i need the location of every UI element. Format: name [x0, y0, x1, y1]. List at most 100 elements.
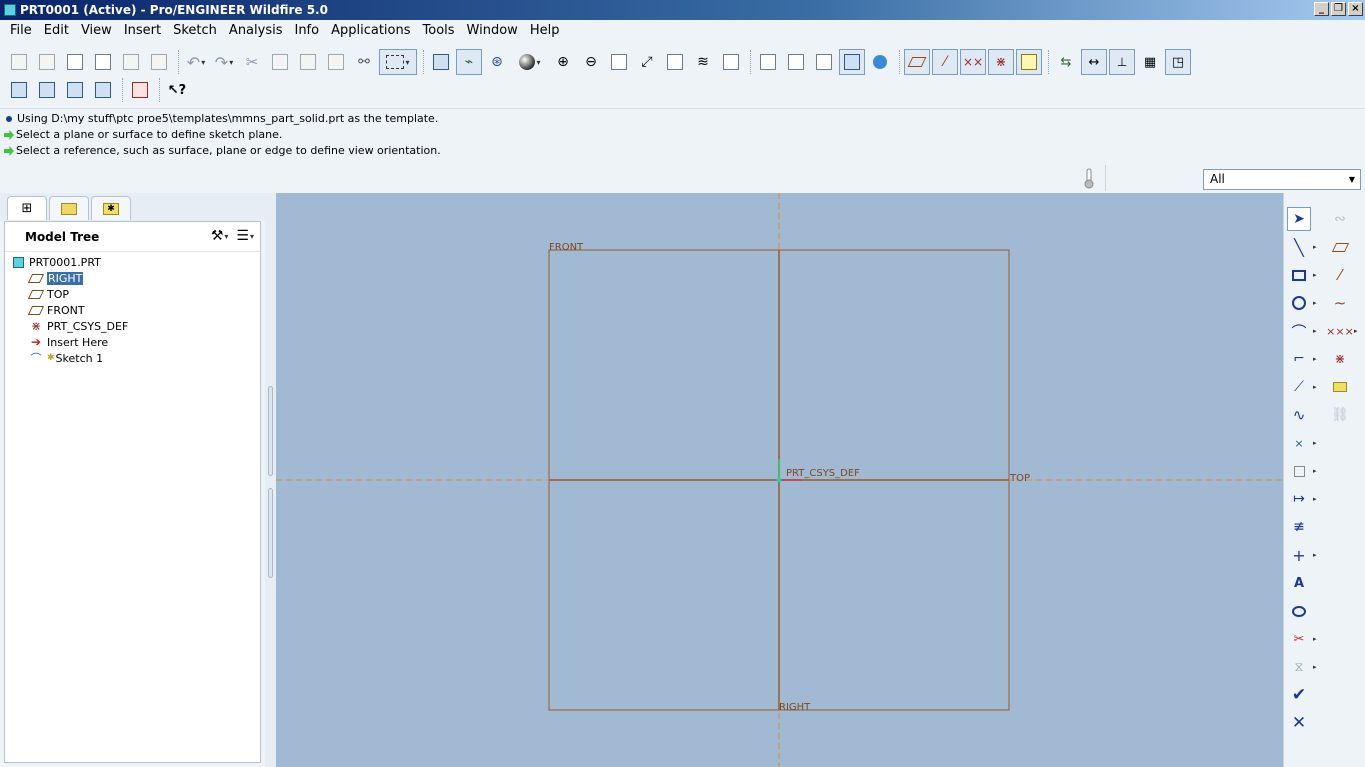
menu-edit[interactable]: Edit — [38, 20, 75, 42]
vertices-toggle[interactable]: ◳ — [1165, 49, 1191, 75]
constraint-tool-button[interactable]: + — [1287, 543, 1311, 567]
regenerate-button[interactable]: ⚯ — [351, 49, 377, 75]
tree-tools-button[interactable]: ⚒ ▾ — [211, 228, 229, 244]
quit-sketch-button[interactable]: ✕ — [1287, 711, 1311, 735]
email-link-button[interactable] — [146, 49, 172, 75]
palette-tool-button[interactable] — [1287, 599, 1311, 623]
tree-item[interactable]: TOP — [5, 286, 260, 302]
datum-point-tool-button[interactable]: ××× — [1326, 319, 1354, 343]
wireframe-button[interactable] — [755, 49, 781, 75]
copy-button[interactable] — [267, 49, 293, 75]
tree-settings-button[interactable]: ☰ ▾ — [236, 228, 254, 244]
splitter-grip[interactable] — [268, 488, 273, 578]
sketch-canvas[interactable]: PRT_CSYS_DEF FRONT TOP RIGHT — [276, 193, 1283, 767]
layers-button[interactable]: ≋ — [690, 49, 716, 75]
tree-item[interactable]: FRONT — [5, 302, 260, 318]
print-button[interactable] — [90, 49, 116, 75]
undo-button[interactable]: ↶ ▾ — [183, 49, 209, 75]
cut-button[interactable]: ✂ — [239, 49, 265, 75]
annotations-toggle[interactable] — [1016, 49, 1042, 75]
relations-button[interactable]: ⇆ — [1053, 49, 1079, 75]
sketch-references-button[interactable]: ⌁ — [456, 49, 482, 75]
paste-special-button[interactable] — [323, 49, 349, 75]
saved-views-button[interactable] — [662, 49, 688, 75]
grid-toggle[interactable]: ▦ — [1137, 49, 1163, 75]
menu-window[interactable]: Window — [461, 20, 524, 42]
text-tool-button[interactable]: A — [1287, 571, 1311, 595]
selection-filter-dropdown[interactable]: All ▼ — [1203, 169, 1361, 190]
menu-applications[interactable]: Applications — [325, 20, 416, 42]
rectangle-tool-button[interactable] — [1287, 263, 1311, 287]
close-button[interactable]: × — [1348, 2, 1363, 16]
shading-button[interactable]: ▾ — [512, 49, 548, 75]
datum-axes-toggle[interactable]: ⁄ — [932, 49, 958, 75]
circle-tool-button[interactable] — [1287, 291, 1311, 315]
tree-root[interactable]: PRT0001.PRT — [5, 254, 260, 270]
fillet-tool-button[interactable]: ⌐ — [1287, 347, 1311, 371]
chamfer-tool-button[interactable]: ⟋ — [1287, 375, 1311, 399]
measure-button[interactable] — [127, 77, 153, 103]
menu-insert[interactable]: Insert — [118, 20, 167, 42]
offset-tool-button[interactable] — [1287, 459, 1311, 483]
point-tool-button[interactable]: × — [1287, 431, 1311, 455]
tree-item[interactable]: ⋇ PRT_CSYS_DEF — [5, 318, 260, 334]
spline-tool-button[interactable]: ∿ — [1287, 403, 1311, 427]
dimension-tool-button[interactable]: ↦ — [1287, 487, 1311, 511]
panel-splitter[interactable] — [265, 193, 276, 767]
done-sketch-button[interactable]: ✔ — [1287, 683, 1311, 707]
menu-sketch[interactable]: Sketch — [167, 20, 223, 42]
refit-button[interactable] — [606, 49, 632, 75]
sketch-view-button[interactable] — [428, 49, 454, 75]
select-intent-button[interactable] — [62, 77, 88, 103]
dimensions-toggle[interactable]: ↔ — [1081, 49, 1107, 75]
select-all-button[interactable] — [6, 77, 32, 103]
csys-toggle[interactable]: ⋇ — [988, 49, 1014, 75]
minimize-button[interactable]: _ — [1314, 2, 1329, 16]
hidden-line-button[interactable] — [783, 49, 809, 75]
datum-points-toggle[interactable]: ×× — [960, 49, 986, 75]
tab-model-tree[interactable]: ⊞ — [7, 196, 47, 220]
shaded-button[interactable] — [839, 49, 865, 75]
menu-file[interactable]: File — [4, 20, 38, 42]
zoom-out-button[interactable]: ⊖ — [578, 49, 604, 75]
line-tool-button[interactable]: ╲ — [1287, 235, 1311, 259]
tree-item[interactable]: ⌒ ✱ Sketch 1 — [5, 350, 260, 366]
analysis-tool-button[interactable] — [1328, 375, 1352, 399]
no-hidden-button[interactable] — [811, 49, 837, 75]
menu-help[interactable]: Help — [524, 20, 566, 42]
csys-tool-button[interactable]: ⋇ — [1328, 347, 1352, 371]
constraints-toggle[interactable]: ⊥ — [1109, 49, 1135, 75]
zoom-in-button[interactable]: ⊕ — [550, 49, 576, 75]
paste-button[interactable] — [295, 49, 321, 75]
graphics-window[interactable]: PRT_CSYS_DEF FRONT TOP RIGHT — [276, 193, 1283, 767]
menu-view[interactable]: View — [75, 20, 118, 42]
open-file-button[interactable] — [34, 49, 60, 75]
tree-item[interactable]: RIGHT — [5, 270, 260, 286]
tab-folder-browser[interactable] — [49, 196, 89, 220]
datum-plane-tool-button[interactable] — [1328, 235, 1352, 259]
tree-item[interactable]: ➔ Insert Here — [5, 334, 260, 350]
whats-this-button[interactable]: ↖? — [164, 77, 190, 103]
reorient-button[interactable]: ⤢ — [634, 49, 660, 75]
view-manager-button[interactable] — [718, 49, 744, 75]
selection-box-button[interactable]: ▾ — [379, 49, 417, 75]
trim-tool-button[interactable]: ✂ — [1287, 627, 1311, 651]
modify-tool-button[interactable]: ≢ — [1287, 515, 1311, 539]
menu-info[interactable]: Info — [288, 20, 325, 42]
restore-button[interactable]: ❐ — [1331, 2, 1346, 16]
menu-analysis[interactable]: Analysis — [223, 20, 289, 42]
new-file-button[interactable] — [6, 49, 32, 75]
arc-tool-button[interactable]: ⌒ — [1287, 319, 1311, 343]
menu-tools[interactable]: Tools — [417, 20, 461, 42]
tab-favorites[interactable]: ✱ — [91, 196, 131, 220]
splitter-grip[interactable] — [268, 386, 273, 476]
datum-curve-tool-button[interactable]: ∼ — [1328, 291, 1352, 315]
enhanced-realism-button[interactable] — [867, 49, 893, 75]
select-tool-button[interactable]: ➤ — [1287, 207, 1311, 231]
spin-center-button[interactable]: ⊛ — [484, 49, 510, 75]
datum-axis-tool-button[interactable]: ⁄ — [1328, 263, 1352, 287]
save-button[interactable] — [62, 49, 88, 75]
select-filter-button[interactable] — [90, 77, 116, 103]
mirror-tool-button[interactable]: ⧖ — [1287, 655, 1311, 679]
email-button[interactable] — [118, 49, 144, 75]
